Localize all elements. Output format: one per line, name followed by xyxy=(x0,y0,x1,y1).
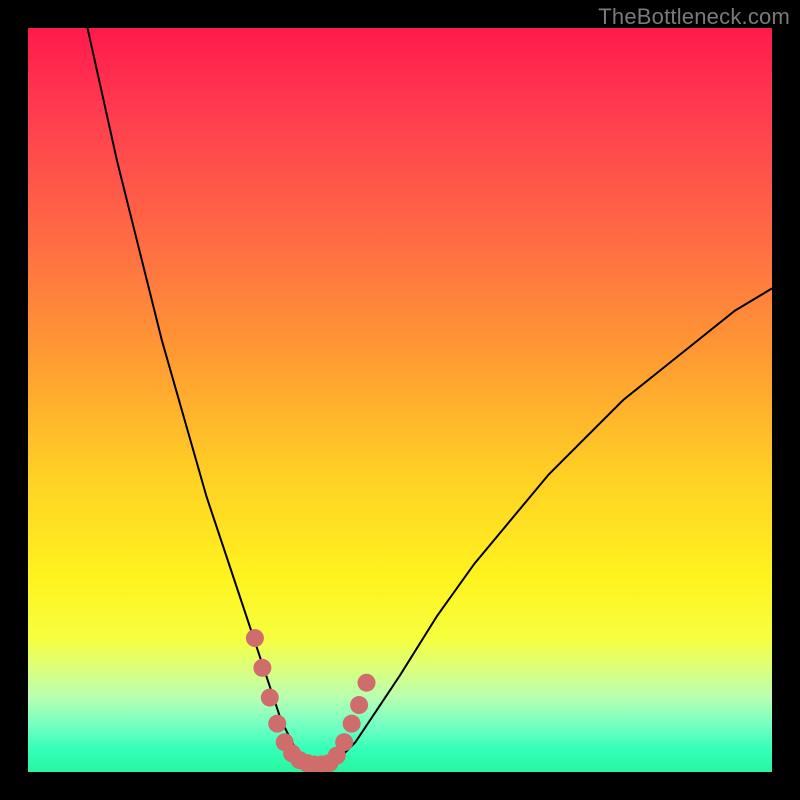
chart-frame: TheBottleneck.com xyxy=(0,0,800,800)
plot-area xyxy=(28,28,772,772)
bottleneck-curve xyxy=(88,28,772,765)
curve-marker xyxy=(261,689,279,707)
curve-svg xyxy=(28,28,772,772)
curve-marker xyxy=(343,715,361,733)
curve-marker xyxy=(358,674,376,692)
curve-markers xyxy=(246,629,376,772)
curve-marker xyxy=(350,696,368,714)
curve-marker xyxy=(253,659,271,677)
curve-marker xyxy=(268,715,286,733)
watermark-text: TheBottleneck.com xyxy=(598,4,790,30)
curve-marker xyxy=(335,733,353,751)
curve-marker xyxy=(246,629,264,647)
